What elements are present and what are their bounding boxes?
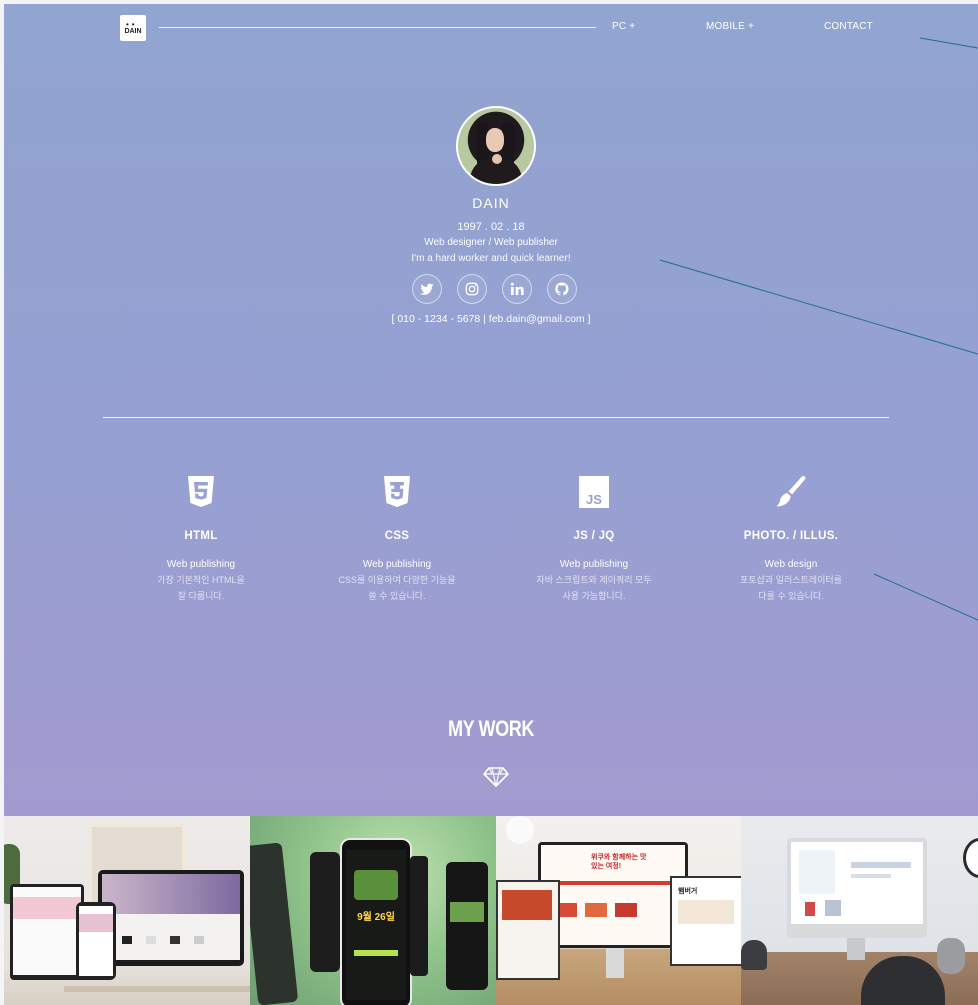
skill-desc: CSS를 이용하여 다양한 기능을 <box>338 575 456 585</box>
instagram-icon[interactable] <box>457 274 487 304</box>
skill-type: Web publishing <box>362 559 432 570</box>
css3-icon <box>297 474 497 512</box>
logo-text: DAIN <box>124 28 142 35</box>
skill-type: Web publishing <box>559 559 629 570</box>
work-thumbnail-2[interactable]: 9월 26일 <box>250 816 496 1005</box>
work-3-menu-title: 햄버거 <box>678 888 698 895</box>
hero-section: •• DAIN PC + MOBILE + CONTACT DAIN 1997 … <box>4 4 978 816</box>
skill-desc: 포토샵과 일러스트레이터를 <box>740 575 842 585</box>
skill-desc: 쓸 수 있습니다. <box>368 591 426 601</box>
skill-js: JS JS / JQ Web publishing 자바 스크립트와 제이쿼리 … <box>494 474 694 602</box>
skill-name: CSS <box>384 530 410 542</box>
js-icon: JS <box>494 474 694 512</box>
svg-text:JS: JS <box>586 492 602 507</box>
skill-name: PHOTO. / ILLUS. <box>743 530 839 542</box>
skill-desc: 잘 다룹니다. <box>177 591 225 601</box>
skill-type: Web publishing <box>166 559 236 570</box>
skill-desc: 사용 가능합니다. <box>562 591 626 601</box>
html5-icon <box>101 474 301 512</box>
work-thumbnail-4[interactable] <box>741 816 978 1005</box>
skill-desc: 자바 스크립트와 제이쿼리 모두 <box>536 575 652 585</box>
nav-divider <box>159 27 596 28</box>
profile-motto: I'm a hard worker and quick learner! <box>411 253 571 264</box>
work-thumbnail-1[interactable] <box>4 816 250 1005</box>
skill-photo: PHOTO. / ILLUS. Web design 포토샵과 일러스트레이터를… <box>691 474 891 602</box>
section-divider <box>103 417 889 418</box>
profile-name: DAIN <box>472 195 510 211</box>
skill-css: CSS Web publishing CSS를 이용하여 다양한 기능을 쓸 수… <box>297 474 497 602</box>
github-icon[interactable] <box>547 274 577 304</box>
twitter-icon[interactable] <box>412 274 442 304</box>
linkedin-icon[interactable] <box>502 274 532 304</box>
my-work-title: MY WORK <box>448 716 534 741</box>
brush-icon <box>691 474 891 512</box>
skill-desc: 다룰 수 있습니다. <box>758 591 824 601</box>
diamond-icon <box>483 767 509 787</box>
profile-role: Web designer / Web publisher <box>424 237 558 248</box>
nav-item-contact[interactable]: CONTACT <box>824 21 873 32</box>
skill-type: Web design <box>764 559 818 570</box>
skill-html: HTML Web publishing 가장 기본적인 HTML을 잘 다룹니다… <box>101 474 301 602</box>
work-2-date: 9월 26일 <box>357 912 395 923</box>
profile-dob: 1997 . 02 . 18 <box>457 221 525 233</box>
skill-desc: 가장 기본적인 HTML을 <box>157 575 245 585</box>
profile-avatar <box>456 106 536 186</box>
work-thumbnail-3[interactable]: 위쿠와 함께하는 맛있는 여정! 햄버거 <box>496 816 741 1005</box>
nav-item-mobile[interactable]: MOBILE + <box>706 21 754 32</box>
skill-name: JS / JQ <box>573 530 615 542</box>
site-logo[interactable]: •• DAIN <box>120 15 146 41</box>
contact-info: [ 010 - 1234 - 5678 | feb.dain@gmail.com… <box>391 313 591 325</box>
nav-item-pc[interactable]: PC + <box>612 21 635 32</box>
skill-name: HTML <box>184 530 218 542</box>
work-3-headline: 위쿠와 함께하는 맛있는 여정! <box>591 854 647 870</box>
